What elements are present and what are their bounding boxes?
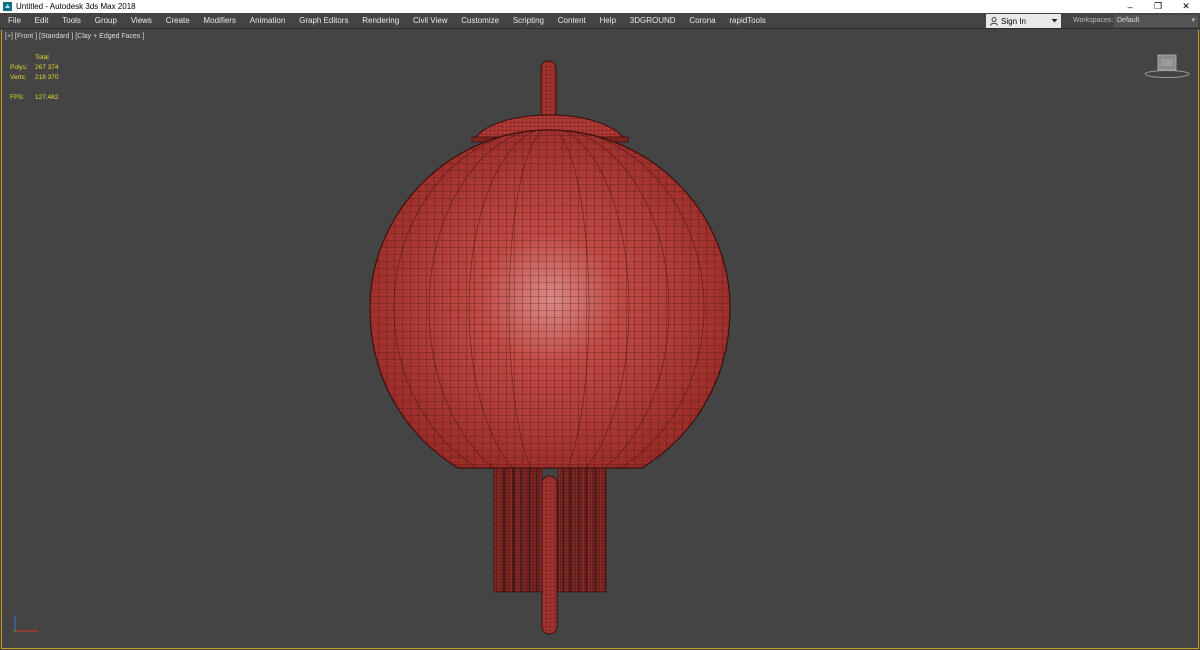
axis-tripod-icon — [13, 615, 38, 633]
user-icon — [990, 16, 998, 26]
menu-item-customize[interactable]: Customize — [454, 13, 506, 29]
menu-item-help[interactable]: Help — [593, 13, 623, 29]
viewcube-icon[interactable] — [1143, 52, 1191, 80]
menu-items: File Edit Tools Group Views Create Modifiers An… — [0, 13, 773, 29]
menu-item-content[interactable]: Content — [551, 13, 593, 29]
menu-bar: File Edit Tools Group Views Create Modifiers An… — [0, 13, 1200, 29]
menu-item-group[interactable]: Group — [88, 13, 124, 29]
menu-item-scripting[interactable]: Scripting — [506, 13, 551, 29]
menu-item-edit[interactable]: Edit — [28, 13, 56, 29]
viewport-front[interactable]: [+] [Front ] [Standard ] [Clay + Edged F… — [1, 30, 1199, 649]
menu-item-rendering[interactable]: Rendering — [355, 13, 406, 29]
menu-item-civil-view[interactable]: Civil View — [406, 13, 454, 29]
lantern-model[interactable] — [2, 30, 1198, 648]
dropdown-arrow-icon: ▾ — [1191, 17, 1195, 24]
window-title: Untitled - Autodesk 3ds Max 2018 — [16, 2, 136, 11]
bottom-rod — [541, 475, 558, 635]
workspace-value: Default — [1117, 17, 1140, 24]
lantern-sphere — [369, 129, 731, 469]
menu-item-tools[interactable]: Tools — [55, 13, 87, 29]
menu-item-animation[interactable]: Animation — [243, 13, 292, 29]
close-button[interactable]: ✕ — [1172, 0, 1200, 13]
minimize-button[interactable]: – — [1116, 0, 1144, 13]
menu-item-modifiers[interactable]: Modifiers — [197, 13, 243, 29]
sign-in-dropdown[interactable]: Sign In — [986, 14, 1061, 28]
restore-button[interactable]: ❐ — [1144, 0, 1172, 13]
workspaces-label: Workspaces: — [1073, 17, 1114, 24]
menu-item-corona[interactable]: Corona — [682, 13, 722, 29]
menu-item-file[interactable]: File — [0, 13, 28, 29]
workspace-select[interactable]: Default ▾ — [1114, 15, 1198, 27]
menu-item-create[interactable]: Create — [159, 13, 197, 29]
menu-item-views[interactable]: Views — [124, 13, 159, 29]
menu-item-3dground[interactable]: 3DGROUND — [623, 13, 683, 29]
sign-in-label: Sign In — [1001, 16, 1026, 26]
dropdown-arrow-icon — [1051, 19, 1058, 23]
menu-item-rapidtools[interactable]: rapidTools — [723, 13, 773, 29]
menu-item-graph-editors[interactable]: Graph Editors — [292, 13, 355, 29]
3ds-max-icon — [3, 2, 12, 11]
window-controls: – ❐ ✕ — [1116, 0, 1200, 13]
title-bar: Untitled - Autodesk 3ds Max 2018 – ❐ ✕ — [0, 0, 1200, 13]
